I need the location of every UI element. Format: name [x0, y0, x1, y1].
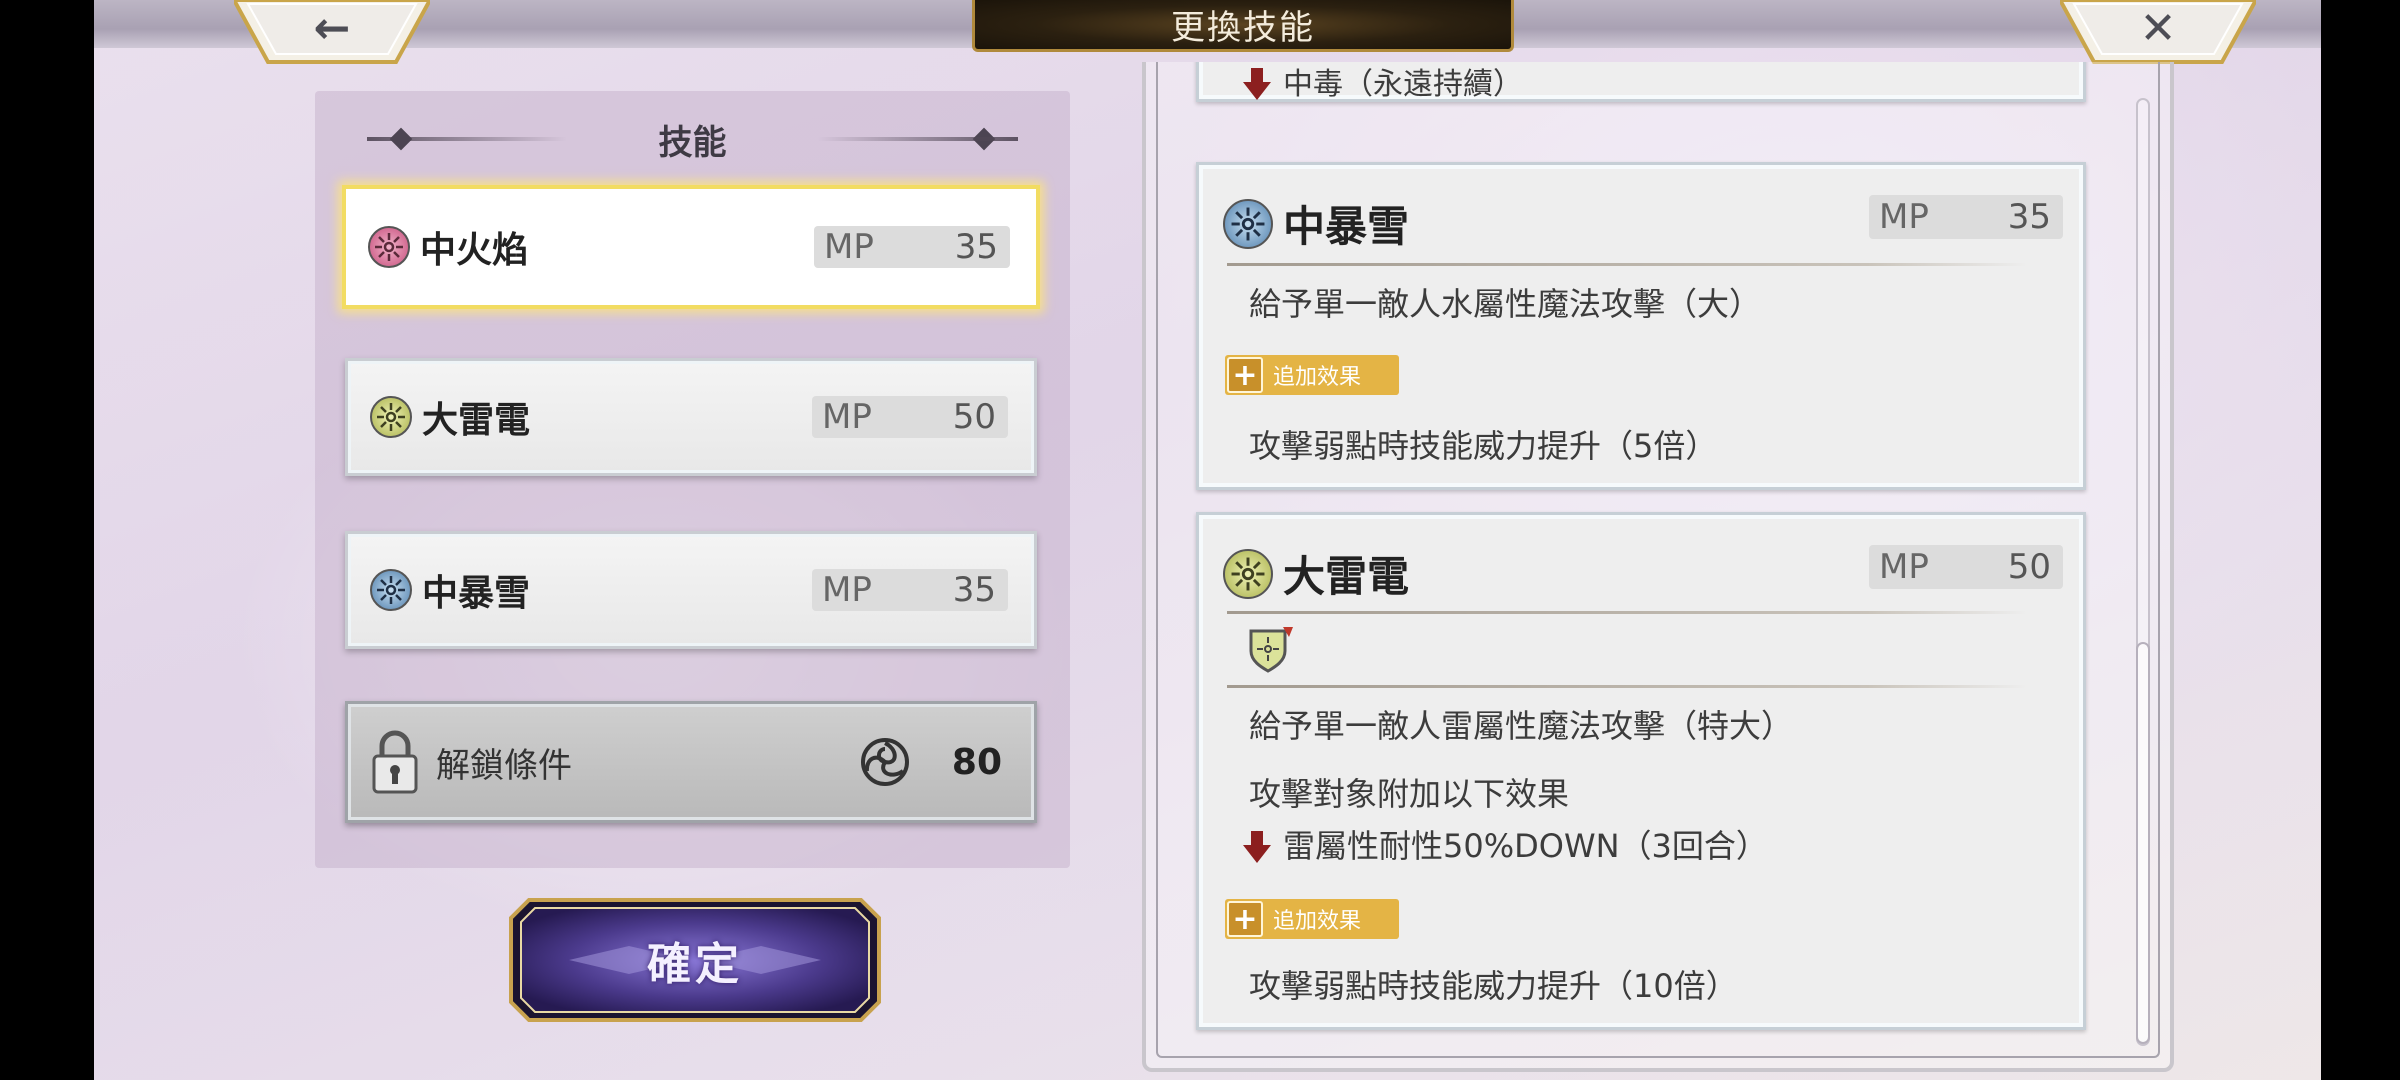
skill-detail-panel[interactable]: 中毒（永遠持續） 中暴雪 MP 35 給予單一敵人水屬性魔法攻擊（大） + 追加… [1142, 62, 2174, 1072]
detail-mp-cost: MP 35 [1869, 195, 2063, 239]
mp-value: 50 [952, 397, 996, 437]
detail-description: 給予單一敵人雷屬性魔法攻擊（特大） [1249, 707, 1794, 745]
skill-list-panel: 技能 中火焰 MP 35 大雷電 MP 50 中暴雪 MP 35 解鎖條件 80 [315, 91, 1070, 868]
detail-card-thunder: 大雷電 MP 50 給予單一敵人雷屬性魔法攻擊（特大） 攻擊對象附加以下效果 雷… [1196, 512, 2086, 1030]
skill-name: 中暴雪 [422, 572, 531, 614]
mp-value: 35 [952, 570, 996, 610]
detail-header: 中暴雪 [1223, 193, 1409, 254]
skill-name: 大雷電 [422, 399, 531, 441]
mp-label: MP [1879, 197, 1929, 237]
effect-intro: 攻擊對象附加以下效果 [1249, 775, 1570, 813]
detail-skill-name: 中暴雪 [1283, 202, 1410, 251]
thunder-element-icon [1223, 548, 1273, 599]
skill-list-heading: 技能 [315, 111, 1070, 167]
unlock-cost: 80 [858, 735, 1002, 789]
skill-slot-ice[interactable]: 中暴雪 MP 35 [345, 531, 1037, 649]
extra-effect-label: 追加效果 [1273, 909, 1362, 934]
mp-cost: MP 50 [812, 396, 1008, 438]
thunder-shield-debuff-icon [1249, 627, 1293, 673]
mp-label: MP [822, 570, 872, 610]
detail-card-partial: 中毒（永遠持續） [1196, 62, 2086, 102]
detail-divider [1227, 685, 2027, 688]
page-title: 更換技能 [1171, 8, 1315, 48]
mp-label: MP [1879, 547, 1929, 587]
detail-header: 大雷電 [1223, 543, 1409, 604]
debuff-line: 雷屬性耐性50%DOWN（3回合） [1243, 821, 1768, 867]
back-button[interactable]: ← [234, 0, 430, 64]
extra-effect-text: 攻擊弱點時技能威力提升（10倍） [1249, 967, 1738, 1005]
plus-icon: + [1227, 357, 1263, 393]
confirm-button-label: 確定 [647, 939, 743, 990]
mp-value: 50 [2007, 547, 2051, 587]
extra-effect-text: 攻擊弱點時技能威力提升（5倍） [1249, 427, 1718, 465]
unlock-condition-label: 解鎖條件 [436, 745, 572, 786]
partial-effect-label: 中毒（永遠持續） [1283, 67, 1523, 102]
thunder-element-icon [370, 396, 412, 438]
unlock-cost-value: 80 [951, 741, 1002, 783]
mp-label: MP [824, 227, 874, 267]
skill-list-title: 技能 [658, 122, 727, 163]
skill-name: 中火焰 [420, 229, 529, 271]
extra-effect-badge: + 追加效果 [1225, 355, 1399, 395]
mp-label: MP [822, 397, 872, 437]
mp-value: 35 [954, 227, 998, 267]
spiral-currency-icon [860, 738, 909, 786]
locked-skill-slot[interactable]: 解鎖條件 80 [345, 701, 1037, 823]
plus-icon: + [1227, 901, 1263, 937]
debuff-text: 雷屬性耐性50%DOWN（3回合） [1283, 827, 1768, 865]
debuff-down-arrow-icon [1243, 831, 1271, 863]
extra-effect-label: 追加效果 [1273, 365, 1362, 390]
fire-element-icon [368, 226, 410, 268]
skill-slot-thunder[interactable]: 大雷電 MP 50 [345, 358, 1037, 476]
close-icon: ✕ [2139, 2, 2177, 54]
extra-effect-badge: + 追加效果 [1225, 899, 1399, 939]
lock-icon [372, 730, 418, 794]
page-title-plate: 更換技能 [972, 0, 1514, 52]
mp-cost: MP 35 [814, 226, 1010, 268]
detail-description: 給予單一敵人水屬性魔法攻擊（大） [1249, 285, 1762, 323]
partial-effect-text: 中毒（永遠持續） [1243, 62, 1523, 103]
back-arrow-icon: ← [313, 2, 351, 54]
detail-skill-name: 大雷電 [1283, 552, 1410, 601]
skill-slot-fire[interactable]: 中火焰 MP 35 [342, 185, 1040, 309]
close-button[interactable]: ✕ [2060, 0, 2256, 64]
detail-divider [1227, 263, 2027, 266]
ice-element-icon [370, 569, 412, 611]
mp-value: 35 [2007, 197, 2051, 237]
detail-mp-cost: MP 50 [1869, 545, 2063, 589]
confirm-button[interactable]: 確定 [509, 898, 881, 1022]
mp-cost: MP 35 [812, 569, 1008, 611]
heading-ornament-right [818, 137, 1018, 141]
heading-diamond-left [389, 127, 413, 151]
game-screen: ← 更換技能 ✕ 技能 中火焰 MP 35 大雷電 MP 50 中暴雪 MP 3… [94, 0, 2321, 1080]
detail-card-ice: 中暴雪 MP 35 給予單一敵人水屬性魔法攻擊（大） + 追加效果 攻擊弱點時技… [1196, 162, 2086, 490]
detail-divider [1227, 611, 2027, 614]
ice-element-icon [1223, 198, 1273, 249]
scrollbar-thumb[interactable] [2136, 642, 2150, 1044]
debuff-down-arrow-icon [1243, 68, 1271, 100]
